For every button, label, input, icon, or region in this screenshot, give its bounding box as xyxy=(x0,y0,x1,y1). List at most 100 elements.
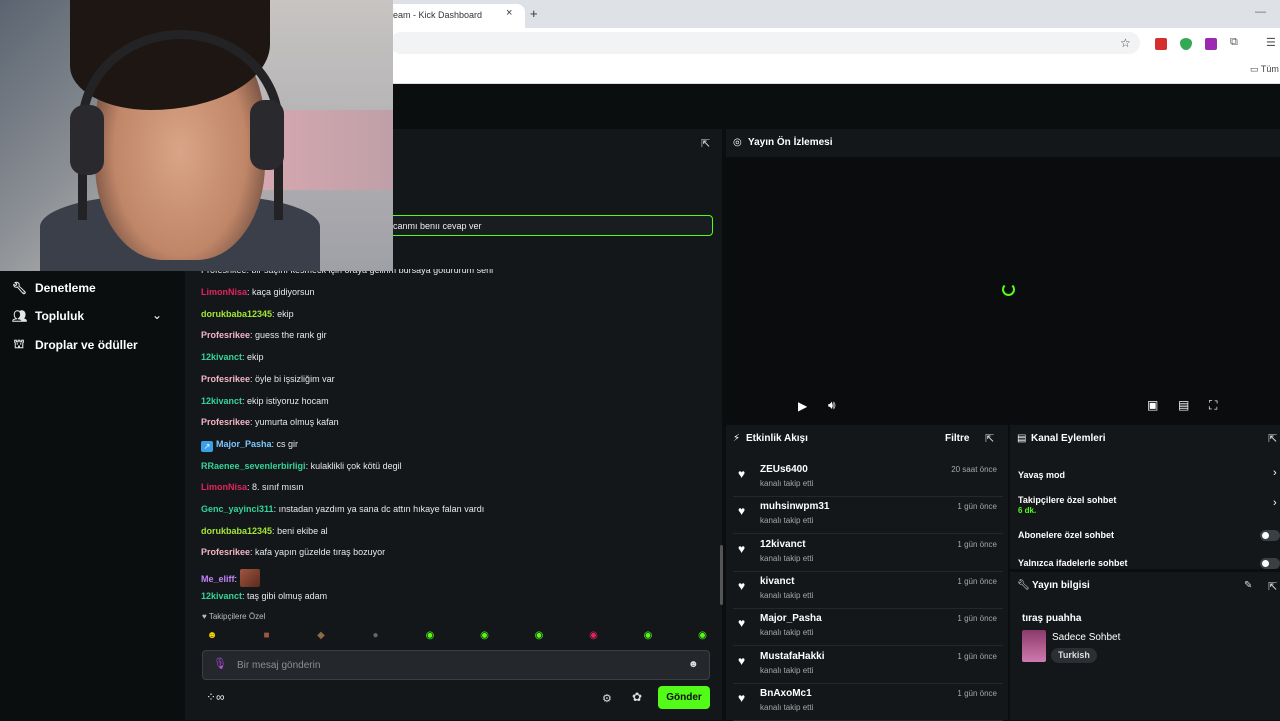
chat-username[interactable]: Profesrikee xyxy=(201,374,250,384)
emote-button[interactable]: ◉ xyxy=(694,627,712,644)
sidebar-item-label: Topluluk xyxy=(35,309,85,323)
play-icon[interactable]: ▶ xyxy=(798,399,807,413)
popout-icon[interactable]: ⇱ xyxy=(985,432,994,445)
emote-button[interactable]: ◆ xyxy=(312,627,330,644)
emote-button[interactable]: ◉ xyxy=(639,627,657,644)
slow-mode-label[interactable]: Yavaş mod xyxy=(1018,470,1065,480)
chat-username[interactable]: Profesrikee xyxy=(201,417,250,427)
chat-username[interactable]: Me_eliff xyxy=(201,574,235,584)
purple-extension-icon[interactable] xyxy=(1205,38,1217,50)
chat-message: 12kivanct: ekip xyxy=(201,352,264,363)
chat-text: beni ekibe al xyxy=(277,525,328,536)
theater-icon[interactable]: ▤ xyxy=(1178,398,1189,412)
activity-username[interactable]: Major_Pasha xyxy=(760,613,822,624)
chat-username[interactable]: Profesrikee xyxy=(201,547,250,557)
activity-username[interactable]: muhsinwpm31 xyxy=(760,501,829,512)
tab-close-icon[interactable]: × xyxy=(506,7,512,19)
filter-button[interactable]: Filtre xyxy=(945,433,969,444)
pdf-extension-icon[interactable] xyxy=(1155,38,1167,50)
kick-points-icon[interactable]: ⁘∞ xyxy=(206,690,225,704)
chat-text: ekip xyxy=(247,352,264,363)
webcam-overlay xyxy=(0,0,393,271)
chevron-right-icon[interactable]: › xyxy=(1273,497,1277,509)
chevron-right-icon[interactable]: › xyxy=(1273,467,1277,479)
emote-button[interactable]: ◉ xyxy=(585,627,603,644)
chat-message: RRaenee_sevenlerbirligi: kulaklikli çok … xyxy=(201,460,402,471)
bolt-icon: ⚡︎ xyxy=(733,433,741,444)
followers-chat-label[interactable]: Takipçilere özel sohbet xyxy=(1018,495,1116,505)
puzzle-icon[interactable]: ⧉ xyxy=(1230,36,1238,49)
pip-icon[interactable]: ▣ xyxy=(1147,398,1158,412)
activity-username[interactable]: 12kivanct xyxy=(760,539,806,550)
emote-button[interactable]: ◉ xyxy=(421,627,439,644)
sidebar-item-label: Denetleme xyxy=(35,281,96,295)
chat-username[interactable]: 12kivanct xyxy=(201,591,242,601)
chat-text: öyle bi işsizliğim var xyxy=(255,373,335,384)
sidebar-item-moderation[interactable]: 🔧︎ Denetleme xyxy=(12,281,96,295)
chat-text: ekip istiyoruz hocam xyxy=(247,395,329,406)
send-button[interactable]: Gönder xyxy=(658,686,710,709)
stream-preview[interactable] xyxy=(726,129,1280,423)
activity-username[interactable]: BnAxoMc1 xyxy=(760,688,812,699)
emote-button[interactable]: ◉ xyxy=(476,627,494,644)
activity-time: 20 saat önce xyxy=(951,465,997,474)
activity-action: kanalı takip etti xyxy=(760,702,814,712)
chat-emote-image xyxy=(239,569,260,588)
chat-message: 12kivanct: taş gibi olmuş adam xyxy=(201,590,328,601)
headphone-cup-right xyxy=(250,100,284,170)
all-bookmarks[interactable]: ▭ Tüm xyxy=(1250,64,1279,75)
stream-info xyxy=(1010,572,1280,720)
activity-time: 1 gün önce xyxy=(957,651,997,661)
edit-icon[interactable]: ✎ xyxy=(1244,580,1252,591)
chat-message: Profesrikee: yumurta olmuş kafan xyxy=(201,417,339,428)
microphone-icon[interactable]: 🎙︎ xyxy=(213,657,227,670)
chat-text: kulaklikli çok kötü degil xyxy=(310,460,402,471)
chat-message: LimonNisa: 8. sınıf mısın xyxy=(201,482,304,493)
chat-username[interactable]: 12kivanct xyxy=(201,352,242,362)
emote-button[interactable]: ◉ xyxy=(530,627,548,644)
emoji-icon[interactable]: ☻ xyxy=(688,659,699,670)
chevron-down-icon[interactable]: ⌄ xyxy=(152,308,162,322)
stream-info-title: Yayın bilgisi xyxy=(1032,580,1090,591)
emote-chat-toggle[interactable] xyxy=(1260,558,1280,569)
popout-icon[interactable]: ⇱ xyxy=(701,137,710,150)
chat-username[interactable]: dorukbaba12345 xyxy=(201,309,272,319)
new-tab-button[interactable]: + xyxy=(530,6,538,21)
minimize-button[interactable]: — xyxy=(1255,6,1266,18)
gift-icon[interactable]: ✿ xyxy=(632,690,642,704)
followers-chat-duration: 6 dk. xyxy=(1018,506,1037,515)
popout-icon[interactable]: ⇱ xyxy=(1268,580,1277,593)
url-input[interactable] xyxy=(390,32,1140,54)
emote-button[interactable]: ■ xyxy=(258,627,276,644)
emote-chat-label: Yalnızca ifadelerle sohbet xyxy=(1018,558,1128,568)
activity-action: kanalı takip etti xyxy=(760,516,814,526)
sidebar-item-drops[interactable]: ⛫ Droplar ve ödüller xyxy=(12,337,137,353)
popout-icon[interactable]: ⇱ xyxy=(1268,432,1277,445)
activity-username[interactable]: ZEUs6400 xyxy=(760,464,808,475)
activity-username[interactable]: MustafaHakki xyxy=(760,651,824,662)
chat-username[interactable]: Profesrikee xyxy=(201,330,250,340)
star-icon[interactable]: ☆ xyxy=(1120,36,1131,50)
chat-username[interactable]: LimonNisa xyxy=(201,482,247,492)
chat-message: Me_eliff: xyxy=(201,569,260,588)
chat-username[interactable]: dorukbaba12345 xyxy=(201,526,272,536)
pinned-message[interactable]: canmı benıı cevap ver xyxy=(388,215,713,236)
sidebar-item-community[interactable]: 👥︎ Topluluk xyxy=(12,309,84,323)
chat-username[interactable]: Genc_yayinci311 xyxy=(201,504,274,514)
gear-icon[interactable]: ⚙ xyxy=(602,692,612,705)
chat-username[interactable]: LimonNisa xyxy=(201,287,247,297)
chat-username[interactable]: 12kivanct xyxy=(201,396,242,406)
subs-chat-toggle[interactable] xyxy=(1260,530,1280,541)
menu-icon[interactable]: ☰ xyxy=(1266,36,1276,49)
emote-button[interactable]: ● xyxy=(367,627,385,644)
chat-scrollbar[interactable] xyxy=(720,545,723,605)
activity-username[interactable]: kivanct xyxy=(760,576,794,587)
chat-username[interactable]: RRaenee_sevenlerbirligi xyxy=(201,461,306,471)
chat-username[interactable]: Major_Pasha xyxy=(216,439,272,449)
fullscreen-icon[interactable]: ⛶ xyxy=(1209,398,1217,413)
heart-icon: ♥ xyxy=(738,578,746,593)
volume-icon[interactable]: 🔊︎ xyxy=(828,398,836,413)
emote-button[interactable]: ☻ xyxy=(203,627,221,644)
browser-tab[interactable]: eam - Kick Dashboard xyxy=(385,4,525,28)
chat-message: dorukbaba12345: beni ekibe al xyxy=(201,525,328,536)
